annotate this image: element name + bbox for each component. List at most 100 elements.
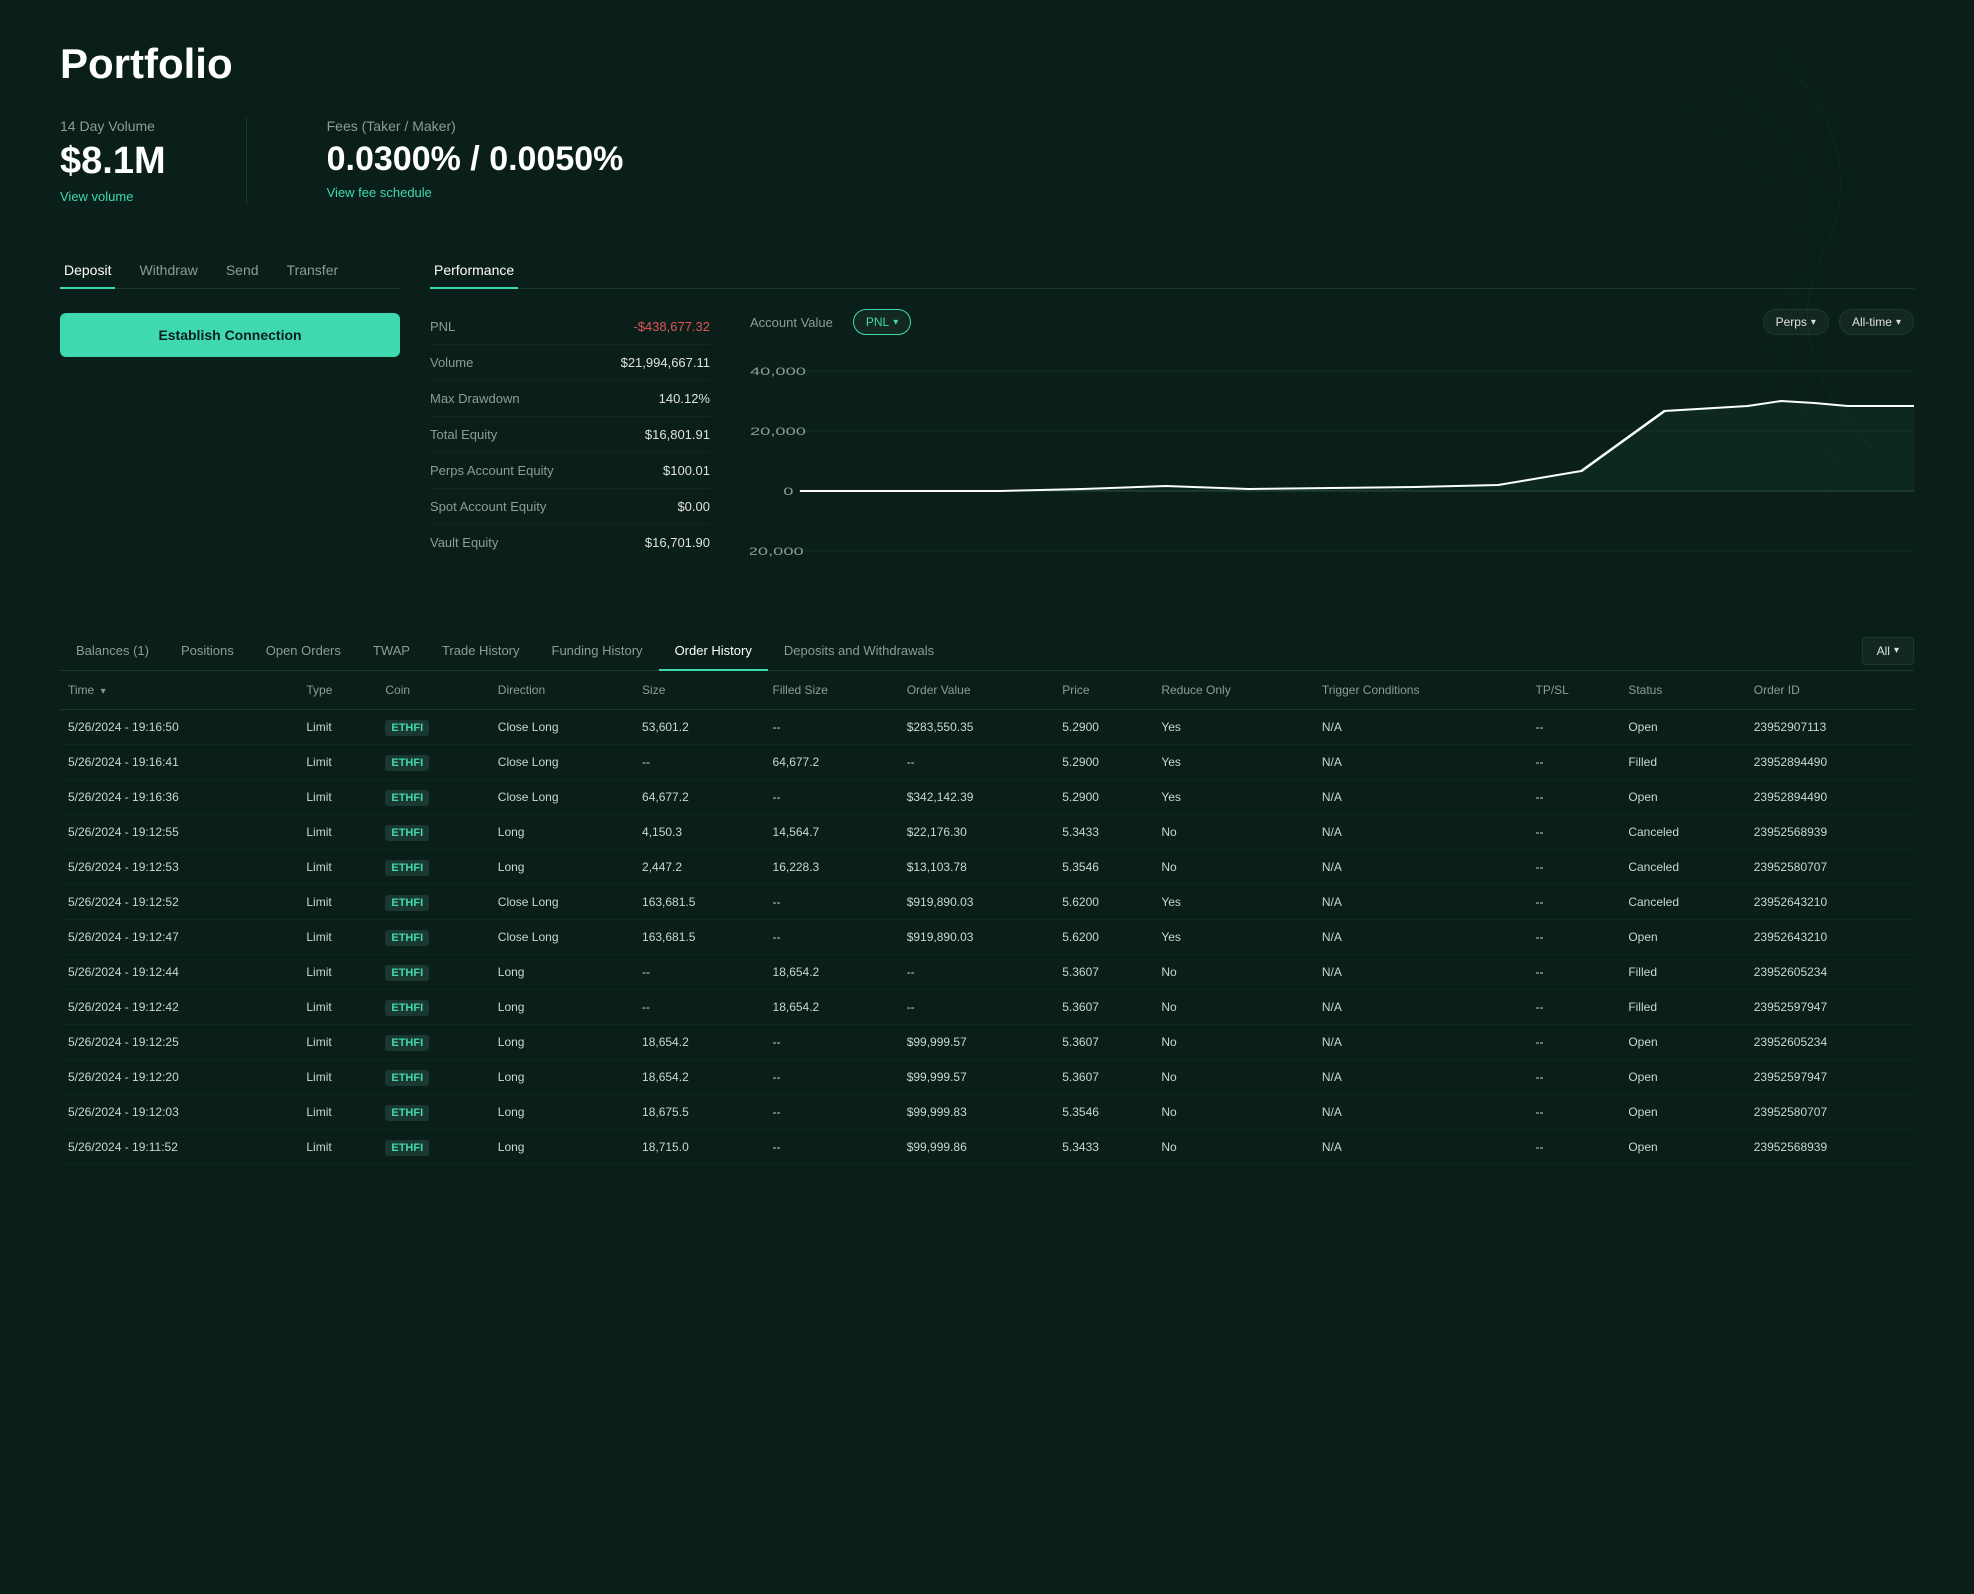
cell-status: Open: [1620, 780, 1745, 815]
tab-transfer[interactable]: Transfer: [283, 254, 343, 288]
cell-price: 5.3607: [1054, 1025, 1153, 1060]
cell-direction: Long: [490, 1095, 634, 1130]
table-row: 5/26/2024 - 19:16:41 Limit ETHFI Close L…: [60, 745, 1914, 780]
tab-order-history[interactable]: Order History: [659, 631, 768, 670]
cell-tp-sl: --: [1528, 780, 1621, 815]
cell-time: 5/26/2024 - 19:12:55: [60, 815, 298, 850]
coin-badge: ETHFI: [385, 895, 429, 911]
cell-price: 5.3546: [1054, 850, 1153, 885]
col-order-id: Order ID: [1746, 671, 1914, 710]
tab-twap[interactable]: TWAP: [357, 631, 426, 670]
metric-perps-equity: Perps Account Equity $100.01: [430, 453, 710, 489]
cell-order-id: 23952894490: [1746, 780, 1914, 815]
alltime-chevron-icon: ▾: [1896, 317, 1901, 328]
tab-open-orders[interactable]: Open Orders: [250, 631, 357, 670]
cell-filled-size: --: [765, 1060, 899, 1095]
cell-order-id: 23952580707: [1746, 850, 1914, 885]
cell-order-value: $99,999.83: [899, 1095, 1055, 1130]
cell-reduce-only: Yes: [1153, 780, 1314, 815]
view-fee-schedule-link[interactable]: View fee schedule: [327, 185, 432, 200]
tab-send[interactable]: Send: [222, 254, 263, 288]
table-row: 5/26/2024 - 19:16:50 Limit ETHFI Close L…: [60, 710, 1914, 745]
pnl-chevron-icon: ▾: [893, 317, 898, 328]
performance-tabs-row: Performance: [430, 254, 1914, 289]
tab-trade-history[interactable]: Trade History: [426, 631, 536, 670]
cell-type: Limit: [298, 920, 377, 955]
order-history-table: Time ▾ Type Coin Direction Size Filled S…: [60, 671, 1914, 1165]
col-price: Price: [1054, 671, 1153, 710]
perps-filter[interactable]: Perps ▾: [1763, 309, 1829, 335]
cell-reduce-only: No: [1153, 1060, 1314, 1095]
cell-tp-sl: --: [1528, 885, 1621, 920]
pnl-toggle[interactable]: PNL ▾: [853, 309, 911, 335]
cell-time: 5/26/2024 - 19:12:53: [60, 850, 298, 885]
cell-size: 18,675.5: [634, 1095, 764, 1130]
table-row: 5/26/2024 - 19:11:52 Limit ETHFI Long 18…: [60, 1130, 1914, 1165]
cell-trigger: N/A: [1314, 1060, 1528, 1095]
cell-trigger: N/A: [1314, 710, 1528, 745]
cell-coin: ETHFI: [377, 990, 489, 1025]
cell-status: Canceled: [1620, 850, 1745, 885]
establish-connection-button[interactable]: Establish Connection: [60, 313, 400, 357]
tab-performance[interactable]: Performance: [430, 254, 518, 288]
cell-price: 5.3433: [1054, 815, 1153, 850]
cell-coin: ETHFI: [377, 955, 489, 990]
cell-filled-size: 16,228.3: [765, 850, 899, 885]
metric-volume: Volume $21,994,667.11: [430, 345, 710, 381]
tab-funding-history[interactable]: Funding History: [536, 631, 659, 670]
alltime-filter[interactable]: All-time ▾: [1839, 309, 1914, 335]
cell-filled-size: --: [765, 885, 899, 920]
col-trigger: Trigger Conditions: [1314, 671, 1528, 710]
cell-reduce-only: No: [1153, 850, 1314, 885]
cell-trigger: N/A: [1314, 815, 1528, 850]
filter-dropdown[interactable]: All ▾: [1862, 637, 1914, 665]
cell-size: 163,681.5: [634, 885, 764, 920]
cell-order-value: --: [899, 745, 1055, 780]
performance-metrics: PNL -$438,677.32 Volume $21,994,667.11 M…: [430, 309, 710, 591]
tab-deposit[interactable]: Deposit: [60, 254, 115, 288]
view-volume-link[interactable]: View volume: [60, 189, 133, 204]
cell-coin: ETHFI: [377, 815, 489, 850]
cell-order-value: --: [899, 955, 1055, 990]
cell-filled-size: 18,654.2: [765, 955, 899, 990]
coin-badge: ETHFI: [385, 965, 429, 981]
cell-time: 5/26/2024 - 19:12:42: [60, 990, 298, 1025]
cell-order-id: 23952605234: [1746, 955, 1914, 990]
tab-positions[interactable]: Positions: [165, 631, 250, 670]
perps-chevron-icon: ▾: [1811, 317, 1816, 328]
cell-order-value: $99,999.86: [899, 1130, 1055, 1165]
performance-content: PNL -$438,677.32 Volume $21,994,667.11 M…: [430, 309, 1914, 591]
deposit-tabs-row: Deposit Withdraw Send Transfer: [60, 254, 400, 289]
tab-deposits-withdrawals[interactable]: Deposits and Withdrawals: [768, 631, 950, 670]
stats-divider: [246, 118, 247, 204]
volume-value: $8.1M: [60, 140, 166, 183]
table-header-row: Time ▾ Type Coin Direction Size Filled S…: [60, 671, 1914, 710]
cell-price: 5.3546: [1054, 1095, 1153, 1130]
coin-badge: ETHFI: [385, 930, 429, 946]
cell-order-id: 23952605234: [1746, 1025, 1914, 1060]
cell-tp-sl: --: [1528, 850, 1621, 885]
cell-coin: ETHFI: [377, 850, 489, 885]
col-time[interactable]: Time ▾: [60, 671, 298, 710]
cell-direction: Long: [490, 990, 634, 1025]
cell-reduce-only: Yes: [1153, 710, 1314, 745]
page-container: Portfolio 14 Day Volume $8.1M View volum…: [0, 0, 1974, 1205]
cell-reduce-only: No: [1153, 1025, 1314, 1060]
table-row: 5/26/2024 - 19:16:36 Limit ETHFI Close L…: [60, 780, 1914, 815]
table-row: 5/26/2024 - 19:12:52 Limit ETHFI Close L…: [60, 885, 1914, 920]
cell-time: 5/26/2024 - 19:12:52: [60, 885, 298, 920]
cell-price: 5.3607: [1054, 955, 1153, 990]
svg-text:0: 0: [783, 486, 793, 498]
cell-trigger: N/A: [1314, 1130, 1528, 1165]
tab-withdraw[interactable]: Withdraw: [135, 254, 201, 288]
cell-tp-sl: --: [1528, 920, 1621, 955]
svg-text:-20,000: -20,000: [750, 546, 804, 558]
col-status: Status: [1620, 671, 1745, 710]
cell-direction: Close Long: [490, 920, 634, 955]
cell-status: Open: [1620, 710, 1745, 745]
cell-tp-sl: --: [1528, 955, 1621, 990]
coin-badge: ETHFI: [385, 790, 429, 806]
cell-tp-sl: --: [1528, 990, 1621, 1025]
tab-balances[interactable]: Balances (1): [60, 631, 165, 670]
cell-coin: ETHFI: [377, 745, 489, 780]
